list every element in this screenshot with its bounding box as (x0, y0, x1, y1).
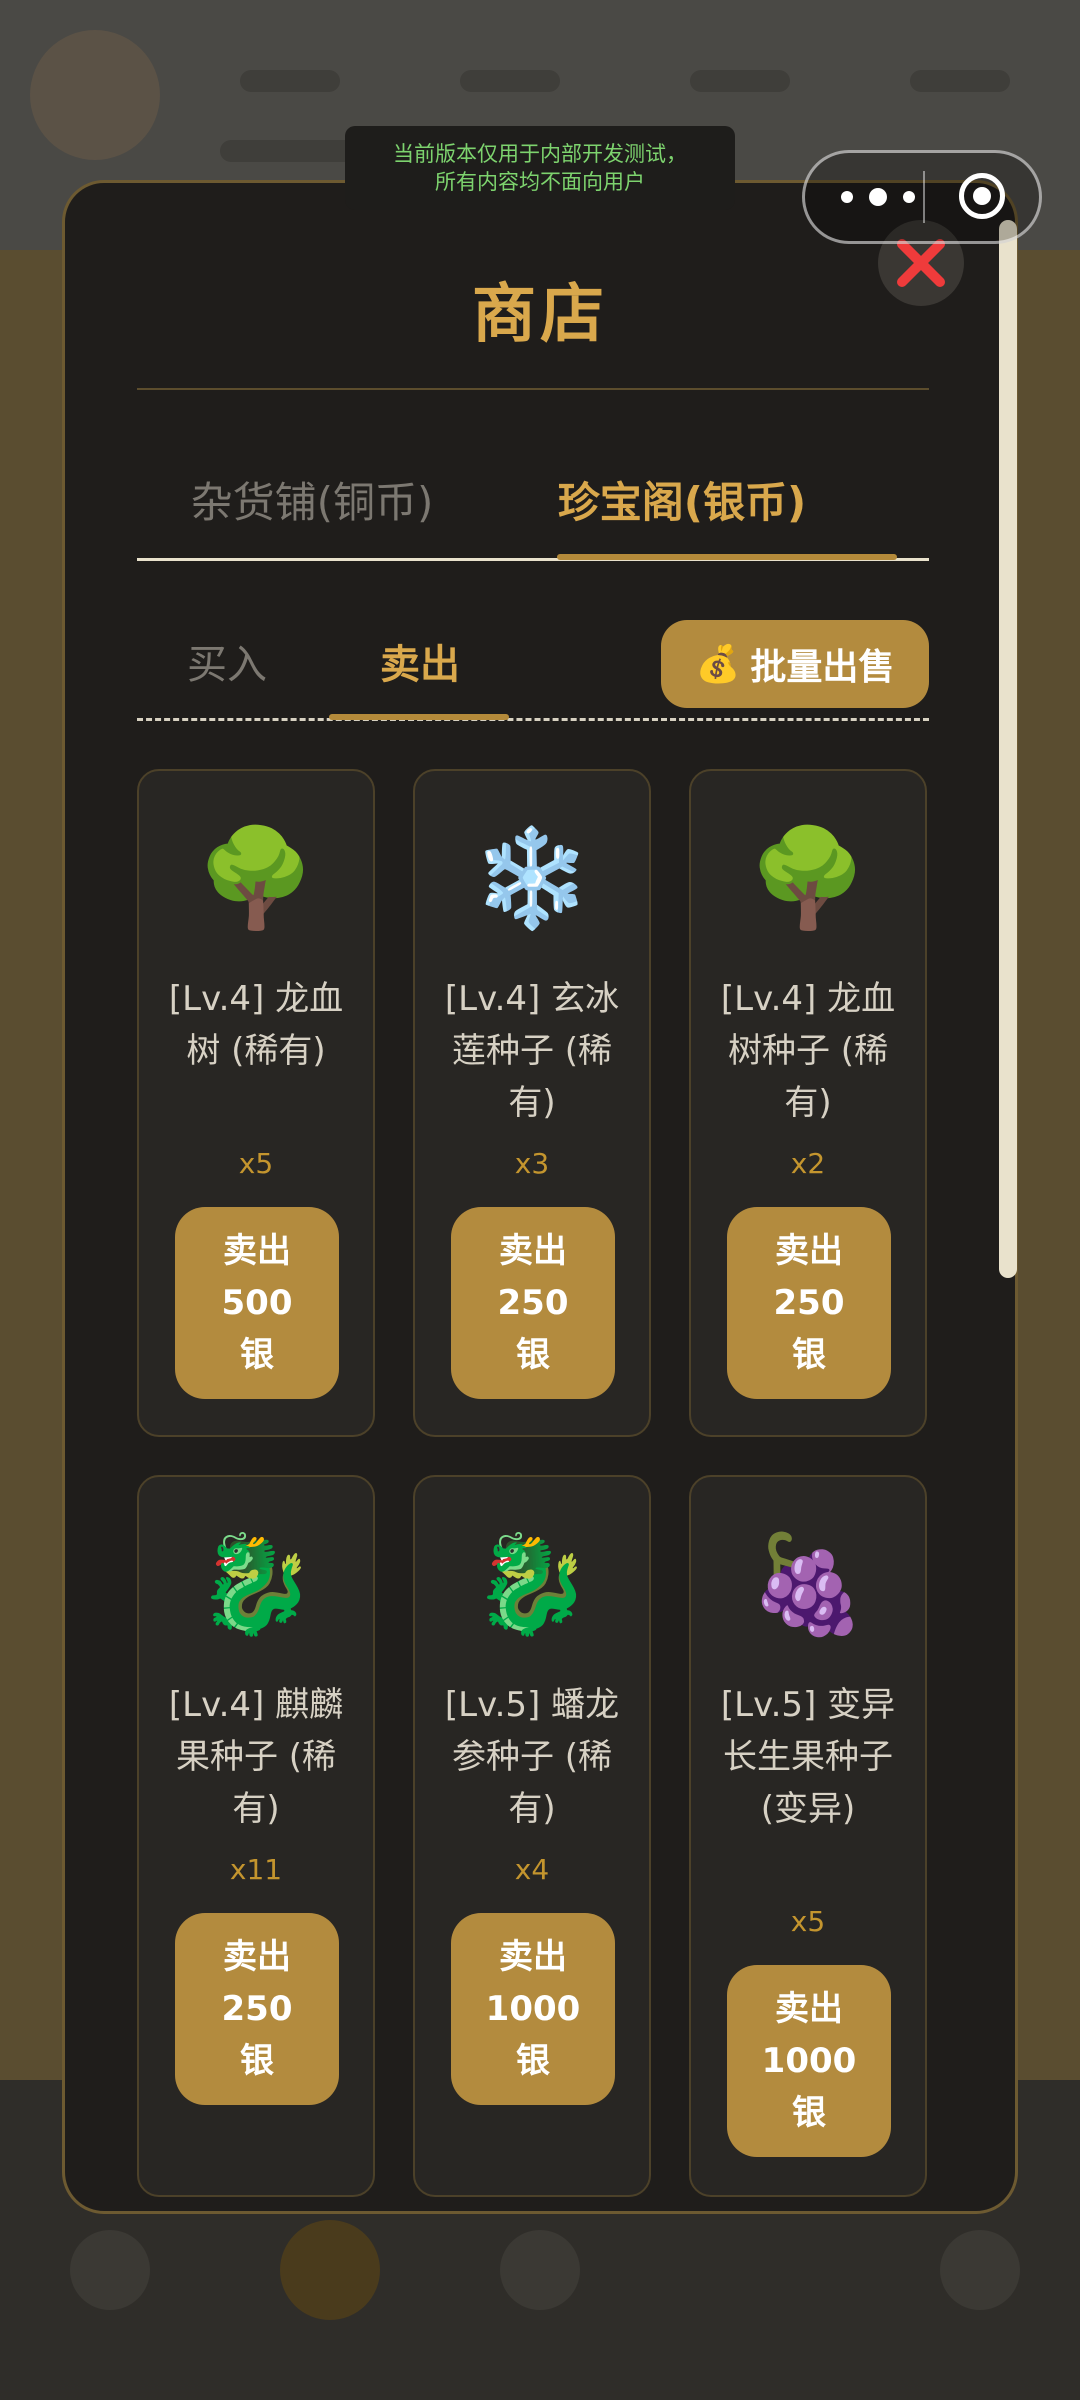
item-quantity: x5 (790, 1905, 826, 1938)
subtabs-divider (137, 718, 929, 721)
subtab-buy[interactable]: 买入 (187, 620, 267, 710)
background-nav-icon (500, 2230, 580, 2310)
tab-active-indicator (557, 554, 897, 560)
item-card: 🌳 [Lv.4] 龙血树 (稀有) x5 卖出 500 银 (137, 769, 375, 1437)
sell-button[interactable]: 卖出 1000 银 (727, 1965, 891, 2157)
modal-scrollbar[interactable] (999, 220, 1017, 1278)
item-card: 🍇 [Lv.5] 变异长生果种子 (变异) x5 卖出 1000 银 (689, 1475, 927, 2197)
tree-icon: 🌳 (196, 822, 316, 934)
notice-line-2: 所有内容均不面向用户 (435, 170, 645, 194)
sell-button[interactable]: 卖出 1000 银 (451, 1913, 615, 2105)
capsule-divider (923, 171, 925, 223)
sell-button[interactable]: 卖出 500 银 (175, 1207, 339, 1399)
dragon-icon: 🐉 (196, 1528, 316, 1640)
dragon-icon: 🐉 (472, 1528, 592, 1640)
sell-price: 250 (773, 1283, 845, 1323)
sell-unit: 银 (516, 2041, 550, 2081)
subtab-sell[interactable]: 卖出 (380, 620, 460, 710)
sell-unit: 银 (240, 1335, 274, 1375)
background-nav-icon (280, 2220, 380, 2320)
tree-icon: 🌳 (748, 822, 868, 934)
bulk-sell-button[interactable]: 💰 批量出售 (661, 620, 929, 708)
sell-price: 1000 (485, 1989, 581, 2029)
sell-price: 500 (221, 1283, 293, 1323)
sell-price: 250 (221, 1989, 293, 2029)
background-label (910, 70, 1010, 92)
shop-modal: 商店 杂货铺(铜币) 珍宝阁(银币) 买入 卖出 💰 批量出售 🌳 [Lv.4]… (62, 180, 1018, 2214)
sell-label: 卖出 (223, 1231, 291, 1271)
miniprogram-capsule (802, 150, 1042, 244)
item-quantity: x4 (514, 1853, 550, 1886)
item-name: [Lv.5] 变异长生果种子 (变异) (720, 1685, 896, 1829)
sell-button[interactable]: 卖出 250 银 (175, 1913, 339, 2105)
background-avatar (30, 30, 160, 160)
title-divider (137, 388, 929, 390)
item-name: [Lv.4] 龙血树 (稀有) (168, 979, 344, 1071)
sell-price: 1000 (761, 2041, 857, 2081)
sell-button[interactable]: 卖出 250 银 (727, 1207, 891, 1399)
sell-unit: 银 (792, 2093, 826, 2133)
sell-unit: 银 (516, 1335, 550, 1375)
tab-treasure-pavilion[interactable]: 珍宝阁(银币) (522, 463, 842, 543)
close-miniprogram-icon[interactable] (959, 173, 1005, 219)
item-card: 🐉 [Lv.5] 蟠龙参种子 (稀有) x4 卖出 1000 银 (413, 1475, 651, 2197)
item-quantity: x2 (790, 1147, 826, 1180)
item-quantity: x5 (238, 1147, 274, 1180)
item-card: 🐉 [Lv.4] 麒麟果种子 (稀有) x11 卖出 250 银 (137, 1475, 375, 2197)
sell-button[interactable]: 卖出 250 银 (451, 1207, 615, 1399)
money-bag-icon: 💰 (695, 644, 741, 685)
sell-label: 卖出 (775, 1989, 843, 2029)
background-label (240, 70, 340, 92)
sell-label: 卖出 (499, 1937, 567, 1977)
background-label (690, 70, 790, 92)
item-card: ❄️ [Lv.4] 玄冰莲种子 (稀有) x3 卖出 250 银 (413, 769, 651, 1437)
sell-label: 卖出 (499, 1231, 567, 1271)
item-name: [Lv.5] 蟠龙参种子 (稀有) (444, 1685, 620, 1829)
item-quantity: x3 (514, 1147, 550, 1180)
item-name: [Lv.4] 玄冰莲种子 (稀有) (444, 979, 620, 1123)
more-options-icon[interactable] (833, 183, 923, 213)
sell-label: 卖出 (223, 1937, 291, 1977)
subtab-active-indicator (329, 714, 509, 720)
snowflake-icon: ❄️ (472, 822, 592, 934)
sell-price: 250 (497, 1283, 569, 1323)
background-label (460, 70, 560, 92)
shop-tabs: 杂货铺(铜币) 珍宝阁(银币) (137, 463, 929, 543)
background-nav-icon (70, 2230, 150, 2310)
item-name: [Lv.4] 麒麟果种子 (稀有) (168, 1685, 344, 1829)
background-nav-icon (940, 2230, 1020, 2310)
shop-title: 商店 (472, 278, 608, 352)
sell-unit: 银 (240, 2041, 274, 2081)
item-quantity: x11 (229, 1853, 283, 1886)
tab-general-store[interactable]: 杂货铺(铜币) (167, 463, 457, 543)
item-card: 🌳 [Lv.4] 龙血树种子 (稀有) x2 卖出 250 银 (689, 769, 927, 1437)
close-x-icon (897, 239, 945, 287)
item-name: [Lv.4] 龙血树种子 (稀有) (720, 979, 896, 1123)
sell-label: 卖出 (775, 1231, 843, 1271)
dev-notice-banner: 当前版本仅用于内部开发测试， 所有内容均不面向用户 (345, 126, 735, 210)
grapes-icon: 🍇 (748, 1528, 868, 1640)
notice-line-1: 当前版本仅用于内部开发测试， (393, 142, 687, 166)
bulk-sell-label: 批量出售 (750, 647, 895, 688)
sell-unit: 银 (792, 1335, 826, 1375)
